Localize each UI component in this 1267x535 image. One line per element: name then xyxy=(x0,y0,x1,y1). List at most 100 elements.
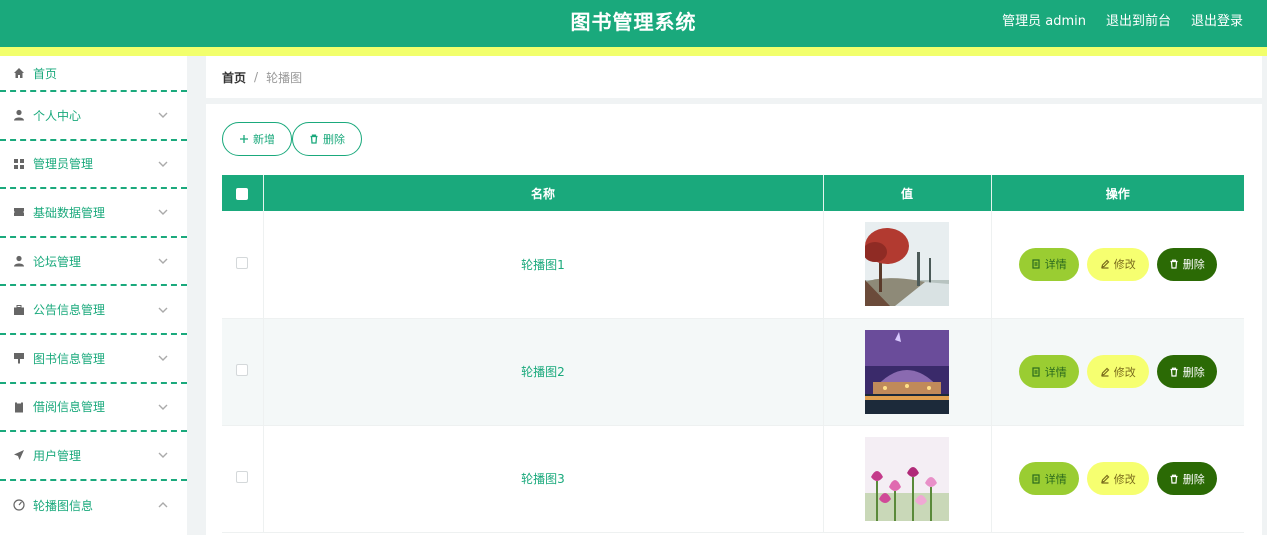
add-button-label: 新增 xyxy=(253,133,275,146)
sidebar-item-label: 首页 xyxy=(33,66,58,81)
column-header-value[interactable]: 值 xyxy=(823,175,992,211)
breadcrumb-current: 轮播图 xyxy=(266,70,303,85)
content-panel: 新增 删除 名称 值 操作 轮播图1 详情 修改 删除 轮播图2 详情 修改 删… xyxy=(206,104,1262,535)
select-all-checkbox[interactable] xyxy=(236,187,249,200)
breadcrumb: 首页 / 轮播图 xyxy=(206,56,1262,98)
chevron-down-icon xyxy=(157,255,169,267)
row-actions-cell: 详情 修改 删除 xyxy=(991,318,1244,426)
logout-link[interactable]: 退出登录 xyxy=(1191,10,1243,29)
detail-button[interactable]: 详情 xyxy=(1018,355,1079,388)
sidebar-item-borrow-management[interactable]: 借阅信息管理 xyxy=(0,384,187,433)
row-checkbox[interactable] xyxy=(236,471,249,483)
detail-button-label: 详情 xyxy=(1044,258,1067,272)
row-select-cell xyxy=(222,211,264,319)
row-actions-cell: 详情 修改 删除 xyxy=(991,425,1244,533)
sidebar-item-basic-data-management[interactable]: 基础数据管理 xyxy=(0,189,187,238)
carousel-table: 名称 值 操作 轮播图1 详情 修改 删除 轮播图2 详情 修改 删除 轮播图3… xyxy=(222,175,1244,533)
chevron-up-icon xyxy=(157,499,169,511)
clipboard-icon xyxy=(13,401,25,413)
carousel-image-tulips[interactable] xyxy=(865,436,949,521)
pencil-icon xyxy=(1100,259,1110,269)
document-icon xyxy=(1032,366,1040,377)
row-select-cell xyxy=(222,425,264,533)
top-links: 管理员 admin 退出到前台 退出登录 xyxy=(1002,10,1243,29)
row-delete-button-label: 删除 xyxy=(1182,472,1205,486)
detail-button[interactable]: 详情 xyxy=(1018,462,1079,495)
home-icon xyxy=(13,67,25,79)
briefcase-icon xyxy=(13,304,25,316)
detail-button[interactable]: 详情 xyxy=(1018,247,1079,281)
send-icon xyxy=(13,449,25,461)
row-name: 轮播图3 xyxy=(263,425,824,533)
sidebar-item-label: 轮播图信息 xyxy=(33,498,94,513)
detail-button-label: 详情 xyxy=(1044,365,1067,379)
edit-button[interactable]: 修改 xyxy=(1086,462,1149,495)
delete-button[interactable]: 删除 xyxy=(292,122,362,156)
sidebar-item-label: 用户管理 xyxy=(33,448,82,463)
chevron-down-icon xyxy=(157,304,169,316)
row-delete-button[interactable]: 删除 xyxy=(1156,462,1217,495)
edit-button-label: 修改 xyxy=(1113,365,1136,379)
header-accent-stripe xyxy=(0,47,1267,56)
edit-button-label: 修改 xyxy=(1113,472,1136,486)
trash-icon xyxy=(1170,474,1178,484)
select-all-cell xyxy=(222,175,264,211)
row-select-cell xyxy=(222,318,264,426)
grid-icon xyxy=(13,158,25,170)
chevron-down-icon xyxy=(157,352,169,364)
row-delete-button-label: 删除 xyxy=(1182,365,1205,379)
add-button[interactable]: 新增 xyxy=(222,122,292,156)
breadcrumb-separator: / xyxy=(254,70,259,84)
chevron-down-icon xyxy=(157,401,169,413)
table-row: 轮播图2 详情 修改 删除 xyxy=(222,318,1244,426)
table-header-row: 名称 值 操作 xyxy=(222,175,1244,211)
sidebar-item-label: 个人中心 xyxy=(33,108,82,123)
pencil-icon xyxy=(1100,367,1110,377)
column-header-actions: 操作 xyxy=(991,175,1244,211)
document-icon xyxy=(1032,259,1040,269)
table-row: 轮播图3 详情 修改 删除 xyxy=(222,425,1244,533)
delete-button-label: 删除 xyxy=(323,133,345,146)
sidebar-item-label: 基础数据管理 xyxy=(33,205,106,220)
sidebar-item-label: 论坛管理 xyxy=(33,254,82,269)
row-delete-button[interactable]: 删除 xyxy=(1156,355,1217,388)
edit-button[interactable]: 修改 xyxy=(1086,247,1149,281)
admin-label[interactable]: 管理员 admin xyxy=(1002,10,1086,29)
sidebar-item-personal-center[interactable]: 个人中心 xyxy=(0,92,187,141)
row-image-cell xyxy=(823,425,992,533)
user-icon xyxy=(13,109,25,121)
sidebar-item-label: 借阅信息管理 xyxy=(33,400,106,415)
row-name: 轮播图2 xyxy=(263,318,824,426)
sidebar-item-user-management[interactable]: 用户管理 xyxy=(0,432,187,481)
pencil-icon xyxy=(1100,474,1110,484)
carousel-image-night-building[interactable] xyxy=(865,329,949,414)
chevron-down-icon xyxy=(157,206,169,218)
sidebar-item-book-management[interactable]: 图书信息管理 xyxy=(0,335,187,384)
row-delete-button-label: 删除 xyxy=(1182,258,1205,272)
toolbar: 新增 删除 xyxy=(222,122,362,156)
breadcrumb-home[interactable]: 首页 xyxy=(222,69,246,86)
ticket-icon xyxy=(13,206,25,218)
sidebar-item-label: 公告信息管理 xyxy=(33,303,106,318)
sidebar-item-admin-management[interactable]: 管理员管理 xyxy=(0,141,187,190)
sidebar-item-notice-management[interactable]: 公告信息管理 xyxy=(0,286,187,335)
dashboard-icon xyxy=(13,499,25,511)
row-name: 轮播图1 xyxy=(263,211,824,319)
trash-icon xyxy=(1170,259,1178,269)
sign-icon xyxy=(13,352,25,364)
column-header-name[interactable]: 名称 xyxy=(263,175,824,211)
sidebar-item-carousel-info[interactable]: 轮播图信息 xyxy=(0,481,187,530)
chevron-down-icon xyxy=(157,158,169,170)
chevron-down-icon xyxy=(157,109,169,121)
edit-button[interactable]: 修改 xyxy=(1086,355,1149,388)
user-icon xyxy=(13,255,25,267)
sidebar-item-forum-management[interactable]: 论坛管理 xyxy=(0,238,187,287)
sidebar-item-home[interactable]: 首页 xyxy=(0,56,187,92)
row-delete-button[interactable]: 删除 xyxy=(1156,247,1217,281)
sidebar-item-label: 图书信息管理 xyxy=(33,351,106,366)
carousel-image-tree-scene[interactable] xyxy=(865,222,949,307)
plus-icon xyxy=(240,135,248,143)
exit-to-front-link[interactable]: 退出到前台 xyxy=(1106,10,1171,29)
row-checkbox[interactable] xyxy=(236,364,249,376)
row-checkbox[interactable] xyxy=(236,256,249,269)
